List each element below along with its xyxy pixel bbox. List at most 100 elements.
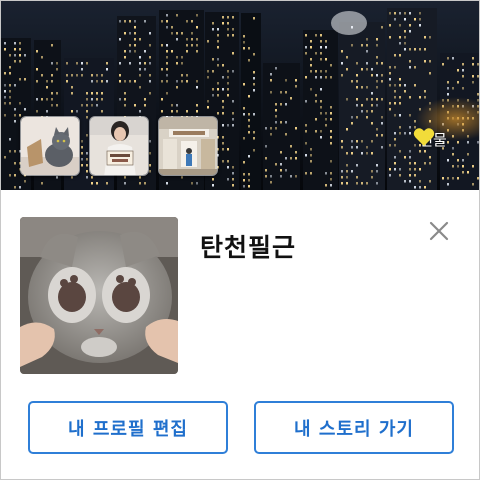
skyline-window — [285, 91, 287, 94]
skyline-window — [81, 146, 83, 149]
skyline-window — [381, 26, 383, 29]
skyline-window — [81, 158, 83, 161]
skyline-window — [447, 177, 449, 180]
skyline-window — [376, 56, 378, 59]
skyline-window — [139, 110, 141, 113]
skyline-window — [96, 74, 98, 77]
skyline-window — [129, 50, 131, 53]
skyline-window — [9, 96, 11, 99]
skyline-window — [376, 86, 378, 89]
close-button[interactable] — [424, 216, 454, 246]
skyline-window — [394, 138, 396, 141]
skyline-window — [477, 141, 479, 144]
skyline-window — [447, 183, 449, 186]
skyline-window — [389, 84, 391, 87]
story-thumbnail-shop[interactable] — [158, 116, 218, 176]
skyline-window — [56, 68, 58, 71]
skyline-window — [222, 76, 224, 79]
skyline-window — [161, 80, 163, 83]
skyline-window — [376, 104, 378, 107]
skyline-window — [161, 44, 163, 47]
skyline-window — [217, 64, 219, 67]
skyline-window — [227, 88, 229, 91]
skyline-window — [275, 109, 277, 112]
skyline-window — [166, 20, 168, 23]
skyline-window — [404, 132, 406, 135]
skyline-window — [399, 150, 401, 153]
skyline-window — [171, 110, 173, 113]
skyline-window — [376, 182, 378, 185]
story-thumbnail-cat[interactable] — [20, 116, 80, 176]
go-to-story-button[interactable]: 내 스토리 가기 — [254, 401, 454, 454]
skyline-window — [186, 20, 188, 23]
skyline-window — [191, 182, 193, 185]
skyline-window — [275, 67, 277, 70]
skyline-window — [51, 74, 53, 77]
skyline-window — [290, 145, 292, 148]
skyline-window — [14, 60, 16, 63]
story-thumbnail-person[interactable] — [89, 116, 149, 176]
skyline-window — [181, 74, 183, 77]
skyline-window — [371, 92, 373, 95]
skyline-window — [346, 164, 348, 167]
skyline-window — [376, 74, 378, 77]
skyline-window — [222, 16, 224, 19]
skyline-window — [399, 132, 401, 135]
skyline-window — [134, 50, 136, 53]
skyline-window — [24, 180, 26, 183]
gift-button[interactable]: 선물 — [413, 127, 453, 171]
skyline-window — [477, 177, 479, 180]
profile-avatar[interactable] — [20, 217, 178, 374]
skyline-window — [366, 68, 368, 71]
skyline-window — [399, 24, 401, 27]
skyline-window — [91, 104, 93, 107]
skyline-window — [404, 18, 406, 21]
skyline-window — [171, 104, 173, 107]
skyline-window — [144, 20, 146, 23]
skyline-window — [24, 108, 26, 111]
skyline-window — [305, 100, 307, 103]
skyline-window — [171, 32, 173, 35]
skyline-window — [376, 38, 378, 41]
skyline-window — [472, 75, 474, 78]
skyline-window — [330, 184, 332, 187]
skyline-window — [404, 48, 406, 51]
skyline-window — [429, 60, 431, 63]
skyline-window — [366, 110, 368, 113]
skyline-window — [305, 76, 307, 79]
skyline-window — [467, 171, 469, 174]
skyline-window — [171, 26, 173, 29]
skyline-window — [285, 133, 287, 136]
skyline-window — [207, 100, 209, 103]
skyline-window — [41, 182, 43, 185]
skyline-window — [166, 80, 168, 83]
skyline-window — [346, 170, 348, 173]
skyline-window — [144, 182, 146, 185]
skyline-window — [19, 186, 21, 189]
skyline-window — [161, 98, 163, 101]
skyline-window — [119, 74, 121, 77]
skyline-window — [447, 81, 449, 84]
skyline-window — [356, 74, 358, 77]
skyline-window — [275, 115, 277, 118]
skyline-window — [248, 95, 250, 98]
skyline-window — [71, 74, 73, 77]
skyline-window — [389, 168, 391, 171]
skyline-window — [4, 96, 6, 99]
skyline-window — [371, 152, 373, 155]
skyline-window — [243, 173, 245, 176]
skyline-window — [371, 74, 373, 77]
skyline-window — [14, 186, 16, 189]
skyline-window — [351, 116, 353, 119]
skyline-window — [330, 76, 332, 79]
skyline-window — [394, 102, 396, 105]
skyline-window — [212, 94, 214, 97]
skyline-window — [325, 172, 327, 175]
skyline-window — [222, 100, 224, 103]
edit-profile-button[interactable]: 내 프로필 편집 — [28, 401, 228, 454]
skyline-window — [124, 56, 126, 59]
skyline-window — [330, 178, 332, 181]
skyline-window — [381, 62, 383, 65]
skyline-window — [149, 74, 151, 77]
skyline-window — [356, 164, 358, 167]
